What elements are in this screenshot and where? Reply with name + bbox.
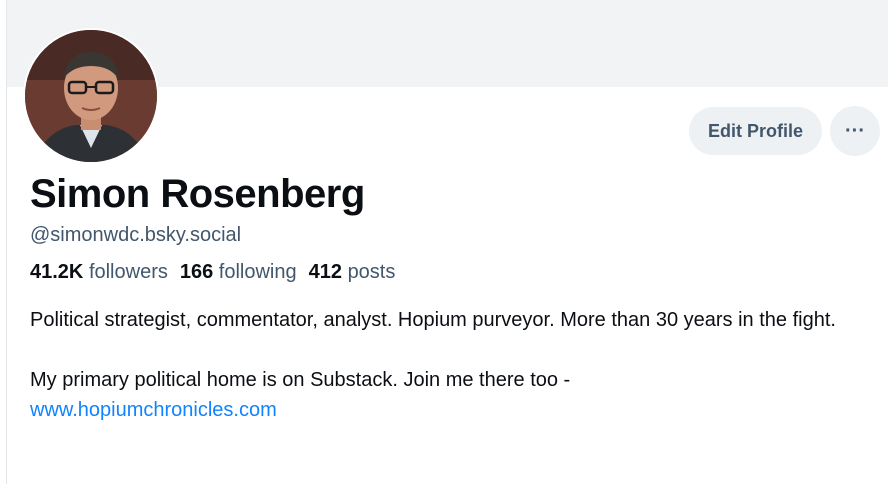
posts-stat: 412 posts	[309, 261, 396, 284]
following-stat[interactable]: 166 following	[180, 261, 297, 284]
posts-count: 412	[308, 261, 342, 283]
avatar-image	[25, 30, 157, 162]
avatar[interactable]	[23, 28, 159, 164]
followers-count: 41.2K	[30, 261, 84, 283]
bio-link[interactable]: www.hopiumchronicles.com	[30, 399, 277, 421]
profile-handle: @simonwdc.bsky.social	[30, 224, 242, 246]
followers-stat[interactable]: 41.2K followers	[30, 261, 168, 284]
edit-profile-button[interactable]: Edit Profile	[688, 107, 822, 155]
more-options-button[interactable]: ···	[830, 106, 880, 156]
ellipsis-icon: ···	[845, 119, 865, 142]
profile-actions: Edit Profile ···	[688, 106, 880, 156]
profile-stats: 41.2K followers 166 following 412 posts	[30, 261, 395, 284]
bio-line-2: My primary political home is on Substack…	[30, 369, 571, 391]
following-label: following	[218, 261, 297, 283]
followers-label: followers	[88, 261, 168, 283]
profile-bio: Political strategist, commentator, analy…	[30, 305, 850, 425]
display-name: Simon Rosenberg	[30, 172, 365, 216]
left-border	[0, 0, 7, 484]
posts-label: posts	[347, 261, 396, 283]
following-count: 166	[179, 261, 214, 283]
bio-line-1: Political strategist, commentator, analy…	[30, 309, 836, 331]
